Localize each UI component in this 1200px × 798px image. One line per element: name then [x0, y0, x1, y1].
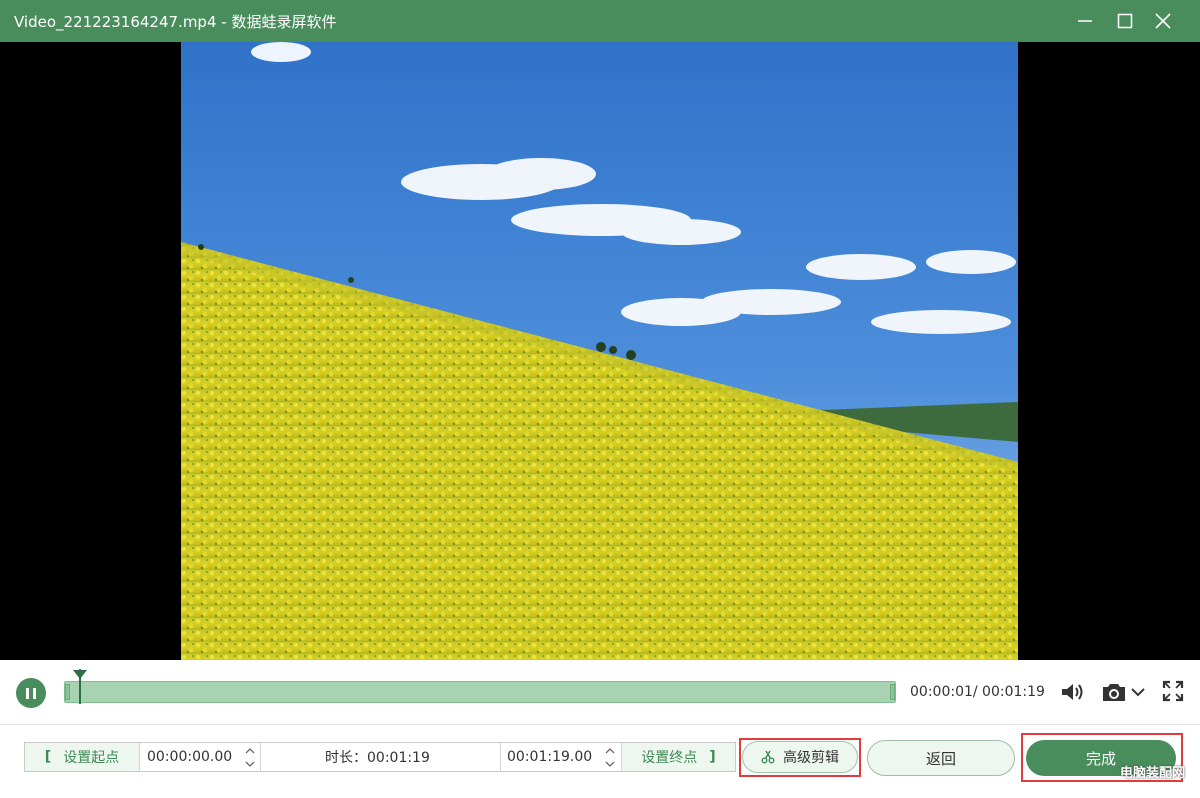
pause-button[interactable] [16, 678, 46, 708]
title-bar: Video_221223164247.mp4 - 数据蛙录屏软件 [0, 0, 1200, 42]
time-display: 00:00:01/ 00:01:19 [910, 684, 1045, 700]
duration-text: 时长：00:01:19 [325, 750, 430, 766]
player-controls: 00:00:01/ 00:01:19 [0, 660, 1200, 725]
camera-icon[interactable] [1101, 680, 1127, 704]
done-label: 完成 [1085, 749, 1116, 768]
start-time-field[interactable]: 00:00:00.00 [147, 743, 232, 771]
volume-icon[interactable] [1059, 680, 1087, 704]
minimize-button[interactable] [1070, 6, 1100, 36]
scissors-icon [761, 750, 775, 764]
bracket-left-icon: [ [44, 749, 52, 765]
start-time-stepper[interactable] [243, 743, 257, 771]
close-button[interactable] [1148, 6, 1178, 36]
chevron-up-icon[interactable] [245, 746, 255, 756]
watermark: 电脑装配网 [1120, 766, 1186, 781]
set-start-button[interactable]: [ 设置起点 [25, 743, 139, 771]
video-preview-area[interactable] [0, 42, 1200, 660]
set-end-label: 设置终点 [641, 750, 698, 766]
window-title: Video_221223164247.mp4 - 数据蛙录屏软件 [14, 13, 337, 31]
back-label: 返回 [925, 749, 956, 768]
trim-start-handle[interactable] [65, 684, 70, 700]
chevron-down-icon[interactable] [1130, 686, 1146, 698]
end-time-stepper[interactable] [603, 743, 617, 771]
end-time-field[interactable]: 00:01:19.00 [507, 743, 592, 771]
fullscreen-icon[interactable] [1162, 680, 1184, 702]
set-end-button[interactable]: 设置终点 ] [622, 743, 735, 771]
set-start-label: 设置起点 [63, 750, 120, 766]
chevron-down-icon[interactable] [605, 759, 615, 769]
maximize-icon [1117, 13, 1133, 29]
chevron-up-icon[interactable] [605, 746, 615, 756]
bracket-right-icon: ] [709, 749, 716, 765]
chevron-down-icon[interactable] [245, 759, 255, 769]
timeline-track[interactable] [64, 681, 896, 703]
pause-icon [26, 687, 29, 699]
playhead[interactable] [79, 669, 82, 704]
advanced-edit-label: 高级剪辑 [783, 750, 839, 766]
start-time-value: 00:00:00.00 [147, 749, 233, 765]
trim-controls: [ 设置起点 00:00:00.00 时长：00:01:19 00:01:19.… [24, 742, 736, 772]
maximize-button[interactable] [1110, 6, 1140, 36]
close-icon [1155, 13, 1171, 29]
trim-end-handle[interactable] [890, 684, 895, 700]
back-button[interactable]: 返回 [867, 740, 1015, 776]
advanced-edit-button[interactable]: 高级剪辑 [742, 741, 858, 773]
duration-display: 时长：00:01:19 [325, 743, 430, 771]
edit-bar: [ 设置起点 00:00:00.00 时长：00:01:19 00:01:19.… [0, 725, 1200, 798]
minimize-icon [1078, 20, 1092, 22]
end-time-value: 00:01:19.00 [507, 749, 593, 765]
video-frame[interactable] [181, 42, 1018, 660]
